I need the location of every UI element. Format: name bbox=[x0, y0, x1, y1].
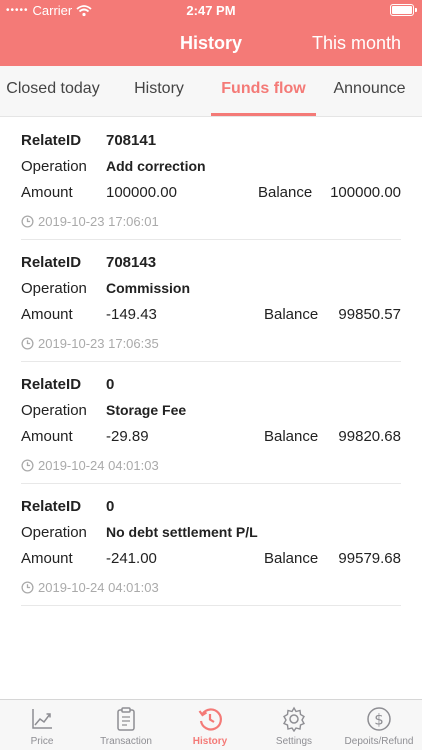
list-item[interactable]: RelateID 0 Operation Storage Fee Amount … bbox=[21, 362, 401, 484]
tab-label: Announce bbox=[333, 80, 406, 97]
balance-label: Balance bbox=[264, 306, 319, 323]
tab-bar-item-history[interactable]: History bbox=[168, 700, 252, 751]
bottom-tab-bar: Price Transaction History Settings $ Dep… bbox=[0, 699, 422, 750]
relate-id-value: 708141 bbox=[106, 132, 157, 149]
active-tab-indicator bbox=[211, 113, 316, 116]
tab-label: Funds flow bbox=[221, 80, 306, 97]
amount-value: -241.00 bbox=[106, 550, 157, 567]
funds-flow-list: RelateID 708141 Operation Add correction… bbox=[0, 118, 422, 606]
tab-funds-flow[interactable]: Funds flow bbox=[211, 66, 316, 117]
operation-value: Storage Fee bbox=[106, 402, 187, 418]
tab-bar-label: Depoits/Refund bbox=[344, 736, 414, 747]
relate-id-label: RelateID bbox=[21, 132, 82, 149]
balance-value: 99579.68 bbox=[338, 550, 401, 567]
amount-label: Amount bbox=[21, 550, 73, 567]
list-item[interactable]: RelateID 708141 Operation Add correction… bbox=[21, 118, 401, 240]
timestamp: 2019-10-24 04:01:03 bbox=[21, 580, 159, 595]
timestamp-text: 2019-10-23 17:06:35 bbox=[38, 336, 159, 351]
operation-value: Commission bbox=[106, 280, 191, 296]
tab-bar-item-transaction[interactable]: Transaction bbox=[84, 700, 168, 751]
balance-value: 99820.68 bbox=[338, 428, 401, 445]
segment-tabs: Closed today History Funds flow Announce bbox=[0, 66, 422, 117]
timestamp-text: 2019-10-24 04:01:03 bbox=[38, 580, 159, 595]
tab-bar-item-price[interactable]: Price bbox=[0, 700, 84, 751]
clock-icon bbox=[21, 581, 34, 594]
list-item[interactable]: RelateID 708143 Operation Commission Amo… bbox=[21, 240, 401, 362]
amount-label: Amount bbox=[21, 306, 73, 323]
tab-bar-item-settings[interactable]: Settings bbox=[252, 700, 336, 751]
balance-label: Balance bbox=[258, 184, 313, 201]
relate-id-value: 0 bbox=[106, 376, 115, 393]
tab-bar-label: Price bbox=[30, 736, 54, 747]
timestamp: 2019-10-23 17:06:01 bbox=[21, 214, 159, 229]
svg-text:$: $ bbox=[374, 711, 384, 729]
operation-label: Operation bbox=[21, 402, 87, 419]
navigation-header: ••••• Carrier 2:47 PM History This month bbox=[0, 0, 422, 66]
tab-bar-label: History bbox=[192, 736, 228, 747]
relate-id-label: RelateID bbox=[21, 376, 82, 393]
tab-bar-label: Settings bbox=[275, 736, 313, 747]
amount-value: 100000.00 bbox=[106, 184, 177, 201]
timestamp-text: 2019-10-23 17:06:01 bbox=[38, 214, 159, 229]
tab-bar-label: Transaction bbox=[100, 736, 152, 747]
amount-value: -149.43 bbox=[106, 306, 157, 323]
relate-id-value: 708143 bbox=[106, 254, 157, 271]
timestamp-text: 2019-10-24 04:01:03 bbox=[38, 458, 159, 473]
operation-value: Add correction bbox=[106, 158, 206, 174]
operation-label: Operation bbox=[21, 158, 87, 175]
battery-icon bbox=[390, 4, 417, 16]
clock-icon bbox=[21, 337, 34, 350]
timestamp: 2019-10-23 17:06:35 bbox=[21, 336, 159, 351]
relate-id-label: RelateID bbox=[21, 254, 82, 271]
gear-icon bbox=[283, 706, 305, 732]
history-icon bbox=[198, 708, 222, 731]
balance-value: 100000.00 bbox=[330, 184, 401, 201]
clipboard-icon bbox=[117, 707, 135, 731]
list-item[interactable]: RelateID 0 Operation No debt settlement … bbox=[21, 484, 401, 606]
tab-label: History bbox=[134, 80, 184, 97]
this-month-button[interactable]: This month bbox=[312, 33, 401, 54]
tab-announce[interactable]: Announce bbox=[317, 66, 422, 117]
balance-value: 99850.57 bbox=[338, 306, 401, 323]
clock-icon bbox=[21, 215, 34, 228]
amount-value: -29.89 bbox=[106, 428, 149, 445]
amount-label: Amount bbox=[21, 184, 73, 201]
clock-icon bbox=[21, 459, 34, 472]
relate-id-label: RelateID bbox=[21, 498, 82, 515]
status-bar: ••••• Carrier 2:47 PM bbox=[0, 0, 422, 22]
balance-label: Balance bbox=[264, 428, 319, 445]
amount-label: Amount bbox=[21, 428, 73, 445]
timestamp: 2019-10-24 04:01:03 bbox=[21, 458, 159, 473]
relate-id-value: 0 bbox=[106, 498, 115, 515]
status-time: 2:47 PM bbox=[186, 3, 236, 18]
chart-icon bbox=[32, 709, 52, 729]
tab-closed-today[interactable]: Closed today bbox=[0, 66, 106, 117]
operation-label: Operation bbox=[21, 524, 87, 541]
operation-label: Operation bbox=[21, 280, 87, 297]
balance-label: Balance bbox=[264, 550, 319, 567]
tab-history[interactable]: History bbox=[106, 66, 212, 117]
operation-value: No debt settlement P/L bbox=[106, 524, 258, 540]
tab-label: Closed today bbox=[6, 80, 100, 97]
dollar-icon: $ bbox=[367, 707, 391, 731]
tab-bar-item-deposit-refund[interactable]: $ Depoits/Refund bbox=[336, 700, 422, 751]
